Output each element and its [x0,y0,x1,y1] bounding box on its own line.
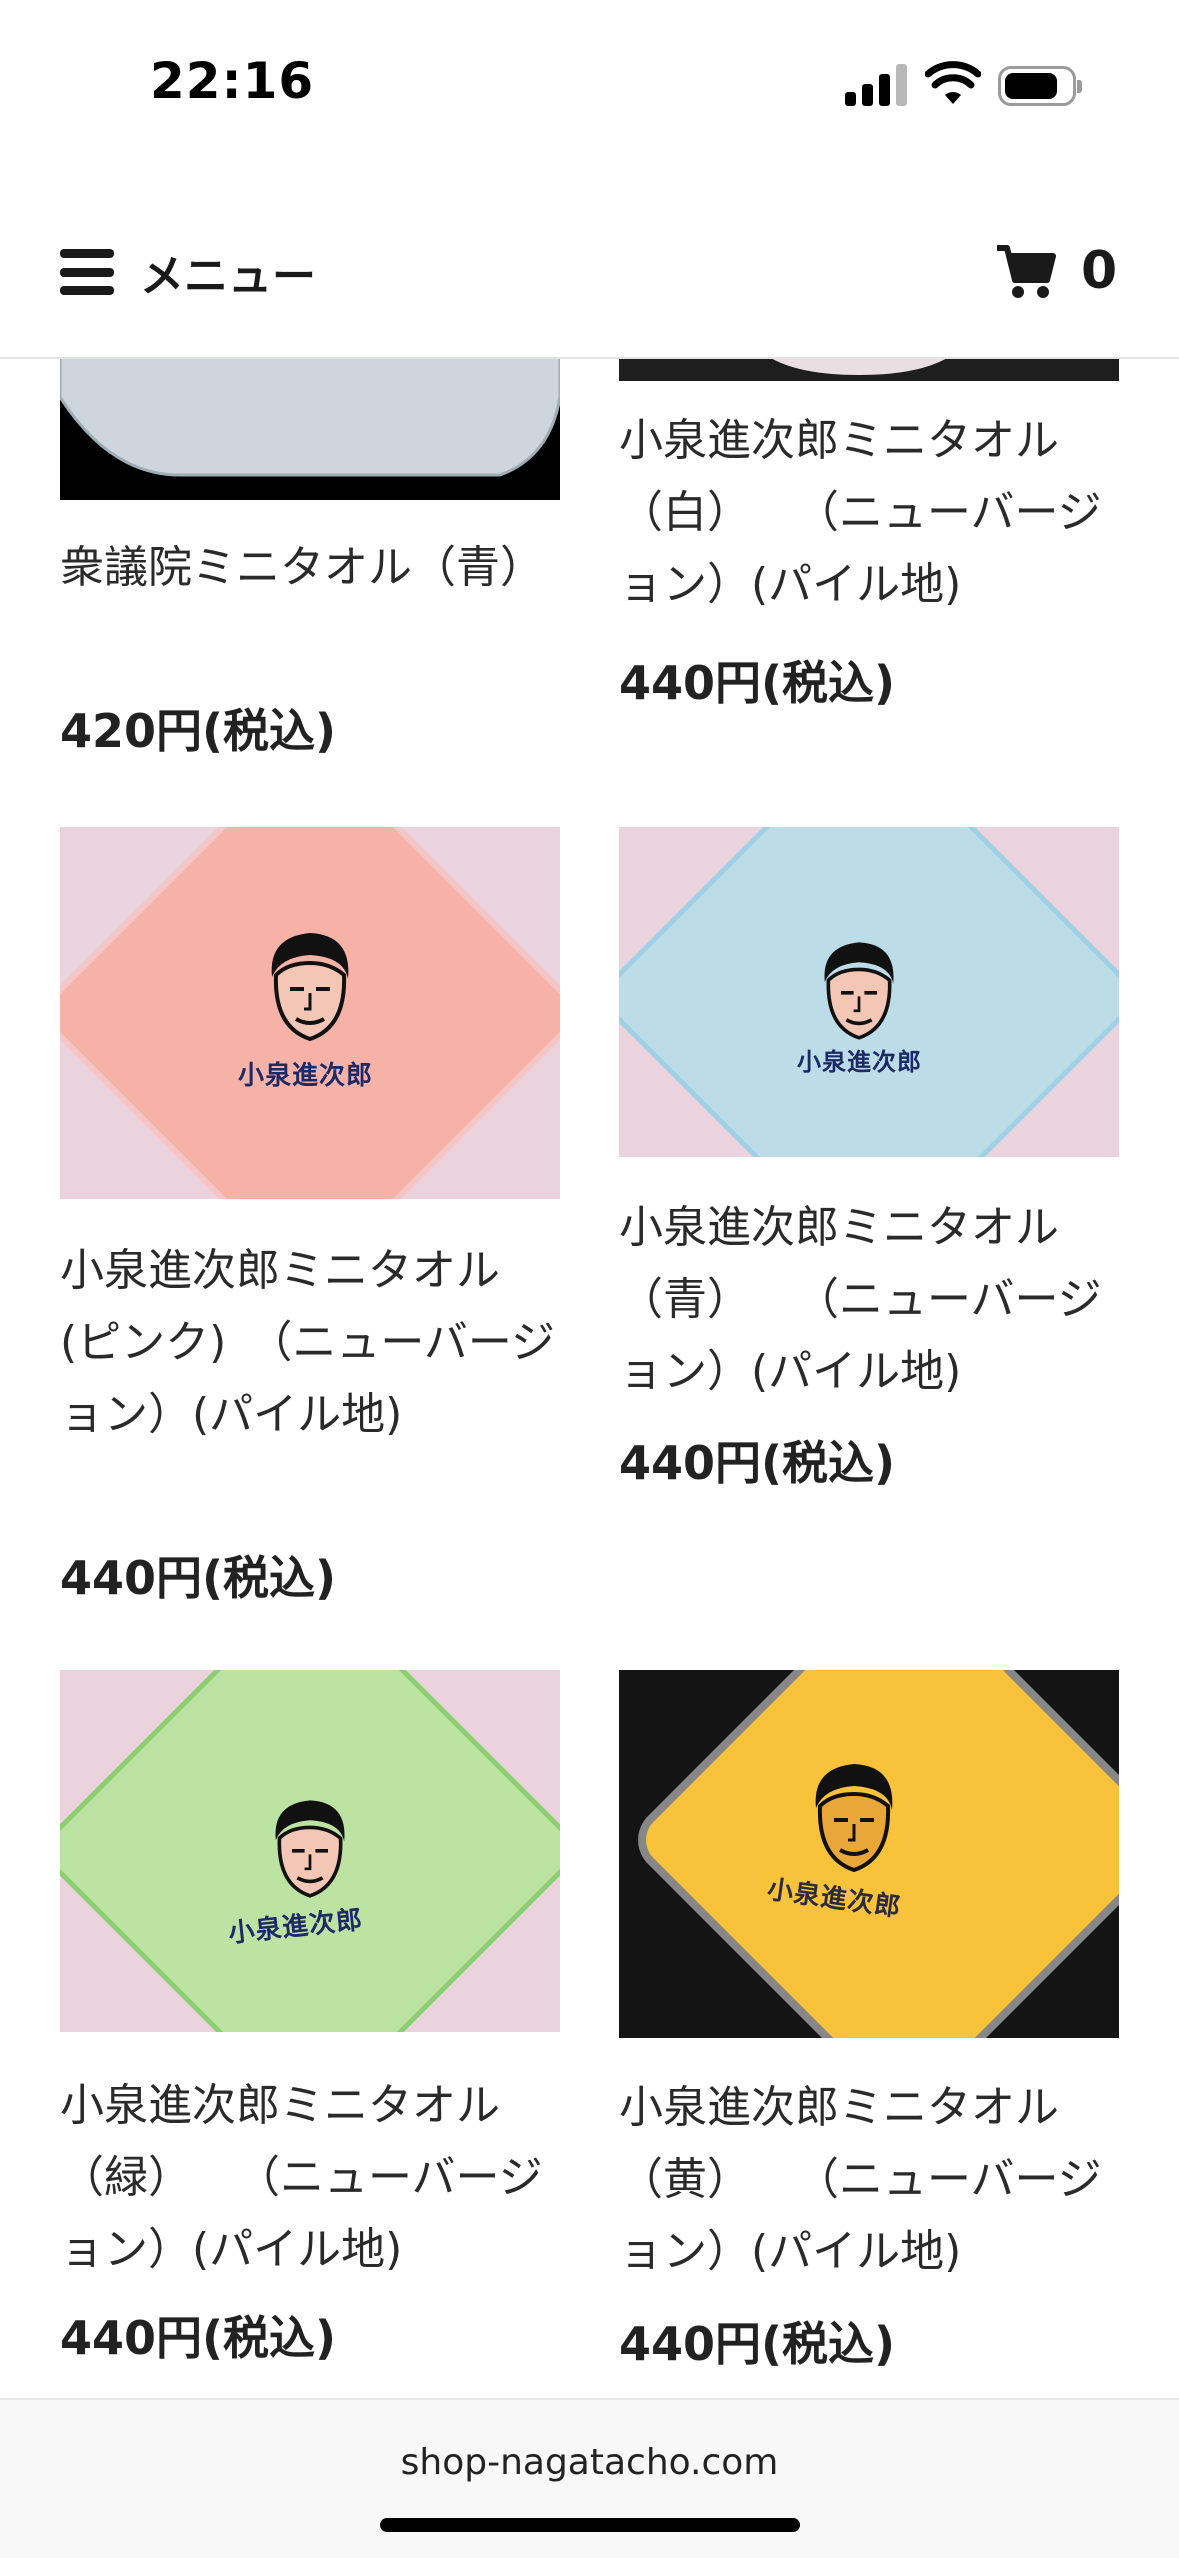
product-image[interactable]: 小泉進次郎 [619,827,1119,1157]
status-bar: 22:16 [0,0,1179,160]
embroidery-text: 小泉進次郎 [238,1061,374,1091]
product-card[interactable]: 小泉進次郎 小泉進次郎ミニタオル（青） （ニューバージョン）(パイル地) 440… [619,827,1119,1490]
product-price: 420円(税込) [60,704,337,758]
cellular-signal-icon [845,62,907,106]
url-text[interactable]: shop-nagatacho.com [0,2442,1179,2483]
product-card[interactable]: 小泉進次郎ミニタオル（白） （ニューバージョン）(パイル地) 440円(税込) [619,357,1119,727]
status-time: 22:16 [150,52,315,110]
face-embroidery [815,1764,893,1873]
product-price: 440円(税込) [60,2311,337,2365]
menu-button[interactable]: メニュー [60,242,316,302]
cart-count: 0 [1081,241,1118,301]
site-header: メニュー 0 [0,160,1179,359]
product-image[interactable]: 小泉進次郎 [60,827,560,1199]
product-image[interactable] [60,357,560,500]
product-card[interactable]: 小泉進次郎 小泉進次郎ミニタオル（緑） （ニューバージョン）(パイル地) 440… [60,1670,560,2390]
menu-label: メニュー [140,251,316,302]
product-card[interactable]: 衆議院ミニタオル（青） 420円(税込) [60,357,560,758]
product-name[interactable]: 小泉進次郎ミニタオル(ピンク) （ニューバージョン）(パイル地) [60,1235,560,1451]
product-name[interactable]: 小泉進次郎ミニタオル（緑） （ニューバージョン）(パイル地) [60,2070,560,2286]
cart-icon [997,245,1056,298]
product-price: 440円(税込) [619,1436,896,1490]
face-embroidery [824,942,894,1040]
product-price: 440円(税込) [619,2317,896,2371]
product-card[interactable]: 小泉進次郎 小泉進次郎ミニタオル(ピンク) （ニューバージョン）(パイル地) 4… [60,827,560,1607]
face-embroidery [275,1800,345,1898]
face-embroidery [271,933,349,1042]
product-image[interactable]: 小泉進次郎 [60,1670,560,2032]
wifi-icon [925,61,981,104]
battery-icon [998,66,1082,106]
browser-url-bar[interactable]: shop-nagatacho.com [0,2398,1179,2558]
product-name[interactable]: 小泉進次郎ミニタオル（青） （ニューバージョン）(パイル地) [619,1192,1119,1408]
hamburger-icon [60,249,114,295]
product-name[interactable]: 衆議院ミニタオル（青） [60,532,560,604]
product-price: 440円(税込) [60,1551,337,1605]
product-name[interactable]: 小泉進次郎ミニタオル（白） （ニューバージョン）(パイル地) [619,405,1119,621]
product-name[interactable]: 小泉進次郎ミニタオル（黄） （ニューバージョン）(パイル地) [619,2072,1119,2288]
product-card[interactable]: 小泉進次郎 小泉進次郎ミニタオル（黄） （ニューバージョン）(パイル地) 440… [619,1670,1119,2395]
product-image[interactable]: 小泉進次郎 [619,1670,1119,2038]
cart-button[interactable]: 0 [995,238,1117,304]
product-price: 440円(税込) [619,656,896,710]
embroidery-text: 小泉進次郎 [797,1048,922,1076]
home-indicator[interactable] [380,2518,800,2532]
product-image[interactable] [619,357,1119,381]
